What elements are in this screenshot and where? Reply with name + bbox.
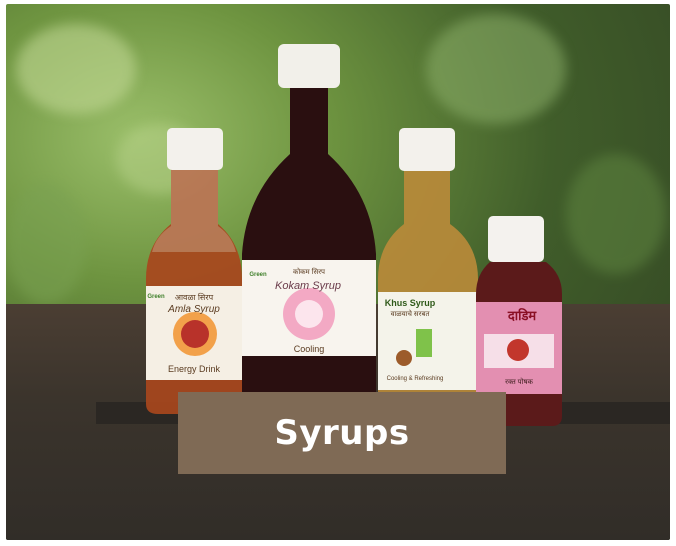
- kokam-label-name: Kokam Syrup: [274, 280, 342, 292]
- category-banner[interactable]: Syrups: [178, 392, 506, 474]
- dadim-label-name: दाडिम: [507, 308, 537, 323]
- khus-label-script: वाळयाचे सरबत: [390, 311, 430, 318]
- amla-label-tagline: Energy Drink: [167, 364, 221, 374]
- kokam-label-tagline: Cooling: [293, 344, 325, 354]
- product-photo: आवळा सिरप Amla Syrup Energy Drink Green …: [6, 4, 670, 540]
- banner-title: Syrups: [274, 413, 410, 453]
- khus-label-tagline: Cooling & Refreshing: [386, 376, 444, 382]
- kokam-bottle: [242, 44, 376, 416]
- kokam-label-script: कोकम सिरप: [292, 269, 326, 276]
- amla-brand-logo: Green: [147, 294, 165, 300]
- amla-label-script: आवळा सिरप: [174, 293, 214, 302]
- khus-label-name: Khus Syrup: [384, 298, 436, 308]
- kokam-brand-logo: Green: [249, 272, 267, 278]
- khus-bottle: [378, 128, 478, 414]
- amla-label-name: Amla Syrup: [168, 304, 220, 315]
- dadim-label-tagline: रक्त पोषक: [505, 379, 533, 386]
